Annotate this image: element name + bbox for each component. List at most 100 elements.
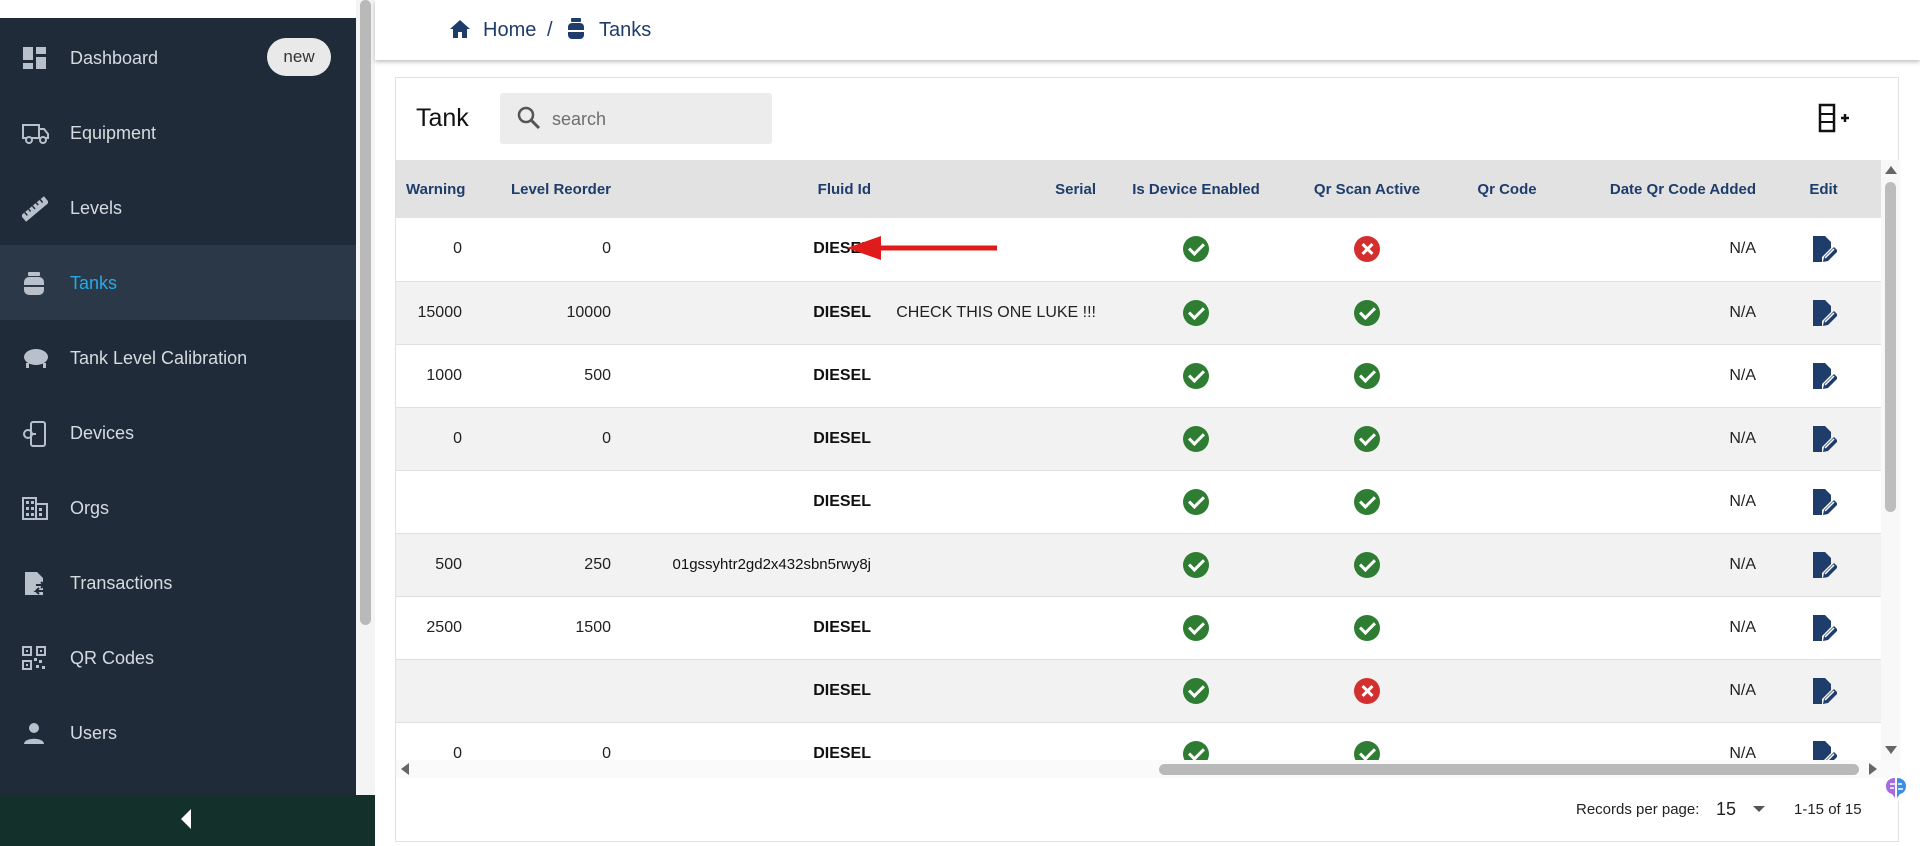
column-header-qr-scan-active[interactable]: Qr Scan Active — [1286, 160, 1448, 218]
sidebar-item-users[interactable]: Users — [0, 695, 356, 770]
check-circle-icon — [1354, 551, 1380, 578]
sidebar-item-label: Devices — [70, 423, 135, 443]
search-input[interactable] — [552, 106, 752, 132]
cell-date-qr-code-added: N/A — [1729, 429, 1756, 447]
sidebar-item-label: QR Codes — [70, 648, 155, 668]
edit-icon[interactable] — [1811, 739, 1837, 761]
table-row[interactable]: 500 250 01gssyhtr2gd2x432sbn5rwy8j N/A — [396, 533, 1881, 596]
home-icon[interactable] — [449, 19, 471, 44]
sidebar-item-transactions[interactable]: Transactions — [0, 545, 356, 620]
table-vertical-scrollbar[interactable] — [1881, 160, 1900, 760]
table-row[interactable]: DIESEL N/A — [396, 659, 1881, 722]
cell-edit — [1766, 407, 1881, 470]
cell-level-reorder: 0 — [602, 744, 611, 761]
scroll-left-icon[interactable] — [401, 763, 409, 775]
cell-date-qr-code-added: N/A — [1729, 681, 1756, 699]
breadcrumb-home[interactable]: Home — [483, 18, 536, 42]
qr-code-icon — [22, 646, 48, 670]
cell-qr-scan-active — [1286, 344, 1448, 407]
cell-serial — [881, 722, 1106, 760]
scroll-up-icon[interactable] — [1885, 166, 1897, 174]
cell-is-device-enabled — [1106, 659, 1286, 722]
assistant-brain-icon[interactable] — [1882, 774, 1910, 802]
sidebar-scrollbar[interactable] — [356, 0, 375, 846]
scroll-right-icon[interactable] — [1869, 763, 1877, 775]
device-icon — [22, 421, 48, 447]
sidebar-item-orgs[interactable]: Orgs — [0, 470, 356, 545]
check-circle-icon — [1183, 677, 1209, 704]
sidebar: Dashboard new Equipment Levels Tanks Tan… — [0, 0, 356, 846]
edit-icon[interactable] — [1811, 550, 1837, 580]
table-row[interactable]: 1000 500 DIESEL N/A — [396, 344, 1881, 407]
check-circle-icon — [1354, 299, 1380, 326]
x-circle-icon — [1354, 236, 1380, 263]
sidebar-item-qr-codes[interactable]: QR Codes — [0, 620, 356, 695]
table-row[interactable]: 0 0 DIESEL N/A — [396, 722, 1881, 760]
column-header-warning[interactable]: Warning — [396, 160, 466, 218]
column-header-qr-code[interactable]: Qr Code — [1448, 160, 1566, 218]
table-row[interactable]: 15000 10000 DIESEL CHECK THIS ONE LUKE !!! N… — [396, 281, 1881, 344]
cell-fluid-id: DIESEL — [813, 492, 871, 510]
chevron-down-icon[interactable] — [1753, 806, 1765, 812]
cell-is-device-enabled — [1106, 281, 1286, 344]
cell-fluid-id: DIESEL — [813, 618, 871, 636]
column-header-date-qr-code-added[interactable]: Date Qr Code Added — [1566, 160, 1766, 218]
ruler-icon — [20, 196, 50, 222]
sidebar-item-equipment[interactable]: Equipment — [0, 95, 356, 170]
search-icon — [516, 105, 542, 131]
sidebar-scrollbar-thumb[interactable] — [360, 0, 371, 625]
cell-fluid-id: DIESEL — [813, 366, 871, 384]
truck-icon — [22, 121, 49, 145]
edit-icon[interactable] — [1811, 613, 1837, 643]
check-circle-icon — [1183, 425, 1209, 452]
sidebar-item-tank-level-calibration[interactable]: Tank Level Calibration — [0, 320, 356, 395]
cell-qr-scan-active — [1286, 722, 1448, 760]
edit-icon[interactable] — [1811, 676, 1837, 706]
table-horizontal-scrollbar[interactable] — [396, 760, 1900, 778]
edit-icon[interactable] — [1811, 298, 1837, 328]
cell-edit — [1766, 659, 1881, 722]
vertical-scrollbar-thumb[interactable] — [1885, 182, 1896, 512]
edit-icon[interactable] — [1811, 361, 1837, 391]
scroll-down-icon[interactable] — [1885, 746, 1897, 754]
edit-icon[interactable] — [1811, 424, 1837, 454]
edit-icon[interactable] — [1811, 234, 1837, 264]
tanks-table: Warning Level Reorder Fluid Id Serial Is… — [396, 160, 1881, 760]
check-circle-icon — [1354, 614, 1380, 641]
cell-is-device-enabled — [1106, 596, 1286, 659]
sidebar-item-label: Equipment — [70, 123, 157, 143]
table-row[interactable]: 0 0 DIESEL N/A — [396, 218, 1881, 281]
records-per-page-select[interactable]: 15 — [1716, 799, 1736, 820]
cell-warning: 1000 — [426, 366, 462, 384]
cell-level-reorder — [466, 659, 621, 722]
cell-date-qr-code-added: N/A — [1729, 366, 1756, 384]
table-row[interactable]: 2500 1500 DIESEL N/A — [396, 596, 1881, 659]
cell-qr-code — [1448, 218, 1566, 281]
cell-serial — [881, 470, 1106, 533]
sidebar-item-levels[interactable]: Levels — [0, 170, 356, 245]
sidebar-item-devices[interactable]: Devices — [0, 395, 356, 470]
column-header-edit: Edit — [1809, 180, 1838, 198]
add-column-button[interactable] — [1816, 102, 1852, 134]
column-header-serial[interactable]: Serial — [881, 160, 1106, 218]
cell-qr-scan-active — [1286, 218, 1448, 281]
cell-qr-code — [1448, 659, 1566, 722]
table-row[interactable]: 0 0 DIESEL N/A — [396, 407, 1881, 470]
horizontal-scrollbar-thumb[interactable] — [1159, 764, 1859, 775]
edit-icon[interactable] — [1811, 487, 1837, 517]
table-row[interactable]: DIESEL N/A — [396, 470, 1881, 533]
cell-level-reorder: 0 — [602, 240, 611, 258]
search-box[interactable] — [500, 93, 772, 144]
sidebar-item-tanks[interactable]: Tanks — [0, 245, 356, 320]
add-column-icon — [1816, 103, 1852, 138]
column-header-level-reorder[interactable]: Level Reorder — [466, 160, 621, 218]
cell-fluid-id: 01gssyhtr2gd2x432sbn5rwy8j — [672, 556, 871, 573]
cell-level-reorder: 500 — [584, 366, 611, 384]
collapse-sidebar-button[interactable] — [0, 795, 375, 846]
cell-is-device-enabled — [1106, 344, 1286, 407]
column-header-is-device-enabled[interactable]: Is Device Enabled — [1106, 160, 1286, 218]
column-header-fluid-id[interactable]: Fluid Id — [621, 160, 881, 218]
table-header-row: Warning Level Reorder Fluid Id Serial Is… — [396, 160, 1881, 218]
cell-warning: 0 — [453, 429, 462, 447]
sidebar-item-dashboard[interactable]: Dashboard new — [0, 20, 356, 95]
